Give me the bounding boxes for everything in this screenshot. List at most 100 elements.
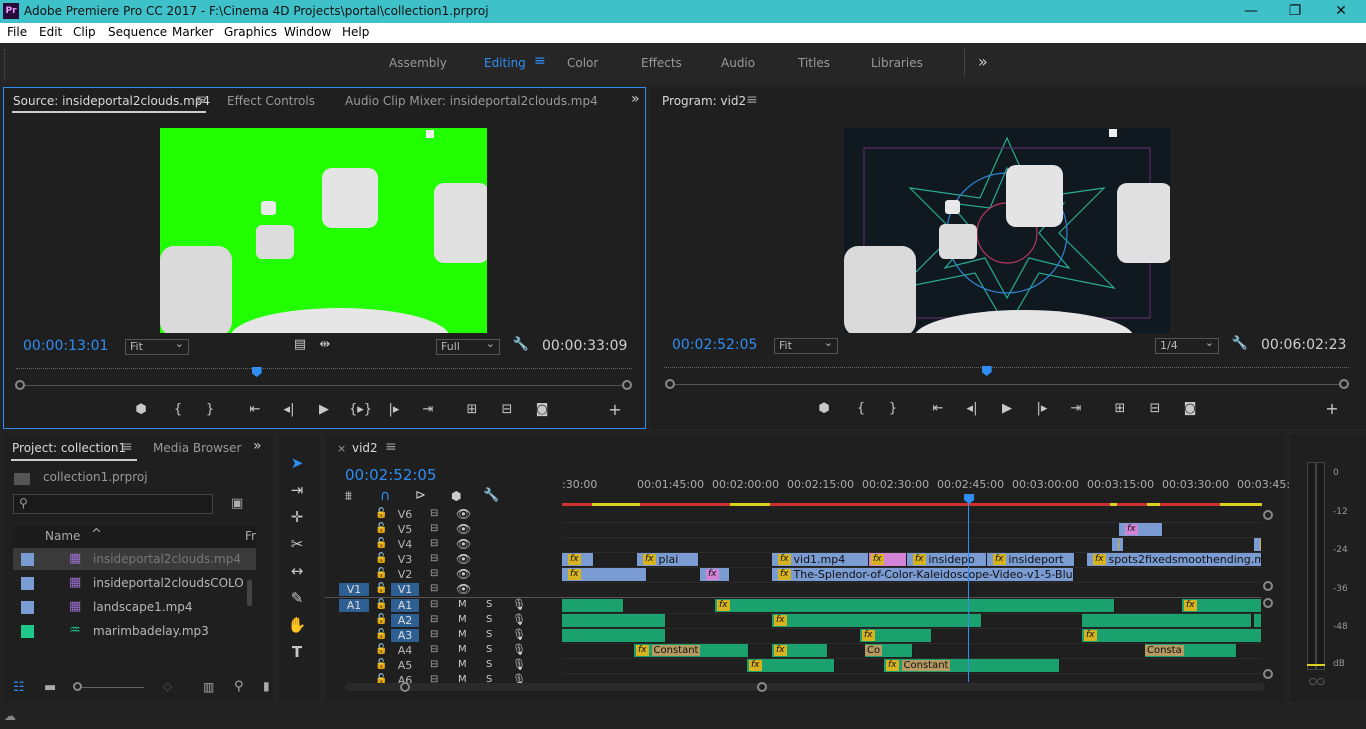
safe-margins-icon[interactable]: ▤: [290, 337, 310, 352]
automate-to-sequence-icon[interactable]: ▥: [203, 680, 214, 694]
audio-clip[interactable]: fx Constant: [884, 659, 1060, 672]
mute-button[interactable]: M: [458, 644, 467, 655]
track-lock-icon[interactable]: 🔓: [375, 599, 387, 610]
snap-magnet-icon[interactable]: ∩: [380, 488, 390, 504]
toggle-output-eye-icon[interactable]: 👁: [456, 507, 471, 521]
workspace-titles[interactable]: Titles: [798, 56, 830, 70]
v-scroll-video-bottom[interactable]: [1263, 581, 1273, 591]
menu-edit[interactable]: Edit: [39, 25, 62, 39]
sort-ascending-icon[interactable]: ^: [91, 527, 102, 542]
timeline-horizontal-scrollbar[interactable]: [345, 683, 1265, 691]
list-item[interactable]: ♒ marimbadelay.mp3: [13, 620, 256, 642]
video-clip[interactable]: fx: [1119, 523, 1163, 536]
source-timecode[interactable]: 00:00:13:01: [23, 338, 108, 354]
video-clip[interactable]: fx: [1254, 538, 1262, 551]
toggle-output-eye-icon[interactable]: 👁: [456, 552, 471, 566]
column-frame-rate[interactable]: Fr: [245, 529, 256, 543]
video-clip[interactable]: fx: [700, 568, 730, 581]
close-sequence-icon[interactable]: ×: [337, 442, 346, 455]
track-label-v6[interactable]: V6: [391, 508, 419, 521]
program-settings-wrench-icon[interactable]: 🔧: [1230, 336, 1250, 351]
toggle-output-eye-icon[interactable]: 👁: [456, 537, 471, 551]
project-tab-menu-icon[interactable]: ≡: [121, 439, 133, 455]
workspace-editing[interactable]: Editing: [484, 56, 526, 70]
program-go-to-out-icon[interactable]: ⇥: [1066, 401, 1086, 416]
program-export-frame-icon[interactable]: ◙: [1180, 401, 1200, 416]
play-icon[interactable]: ▶: [314, 402, 334, 417]
track-label-a2[interactable]: A2: [391, 614, 419, 627]
tab-menu-icon[interactable]: ≡: [195, 92, 207, 108]
audio-clip[interactable]: Co: [865, 644, 913, 657]
timeline-timecode[interactable]: 00:02:52:05: [345, 466, 437, 484]
program-timecode[interactable]: 00:02:52:05: [672, 337, 757, 353]
sequence-tab-menu-icon[interactable]: ≡: [385, 439, 397, 455]
track-label-a3[interactable]: A3: [391, 629, 419, 642]
go-to-out-icon[interactable]: ⇥: [418, 402, 438, 417]
tab-project[interactable]: Project: collection1: [12, 441, 126, 455]
list-item[interactable]: ▦ landscape1.mp4: [13, 596, 256, 618]
audio-clip[interactable]: fx: [1082, 629, 1262, 642]
mark-out-icon[interactable]: }: [200, 402, 220, 417]
audio-clip[interactable]: [562, 599, 624, 612]
toggle-output-eye-icon[interactable]: 👁: [456, 582, 471, 596]
minimize-button[interactable]: —: [1228, 0, 1274, 23]
sync-lock-icon[interactable]: ⊟: [430, 553, 438, 564]
workspace-effects[interactable]: Effects: [641, 56, 682, 70]
sort-icons-icon[interactable]: ◇: [163, 679, 172, 693]
new-bin-icon[interactable]: ▮: [263, 679, 270, 693]
track-lock-icon[interactable]: 🔓: [375, 568, 387, 579]
track-lock-icon[interactable]: 🔓: [375, 508, 387, 519]
voiceover-mic-icon[interactable]: 🎙: [512, 628, 526, 641]
sync-lock-icon[interactable]: ⊟: [430, 508, 438, 519]
list-item[interactable]: ▦ insideportal2clouds.mp4: [13, 548, 256, 570]
solo-button[interactable]: S: [486, 614, 492, 625]
insert-icon[interactable]: ⊞: [462, 402, 482, 417]
program-step-forward-icon[interactable]: |▸: [1032, 401, 1052, 416]
icon-view-icon[interactable]: ▬: [44, 680, 56, 695]
mute-button[interactable]: M: [458, 599, 467, 610]
audio-clip[interactable]: fx: [715, 599, 1115, 612]
razor-tool-icon[interactable]: ✂: [286, 535, 308, 555]
track-label-a5[interactable]: A5: [391, 659, 419, 672]
video-clip[interactable]: fx plai: [637, 553, 699, 566]
source-in-handle[interactable]: [15, 380, 25, 390]
lift-icon[interactable]: ⊞: [1110, 401, 1130, 416]
linked-selection-icon[interactable]: ⊳: [415, 488, 426, 503]
menu-marker[interactable]: Marker: [172, 25, 213, 39]
menu-file[interactable]: File: [7, 25, 27, 39]
v-scroll-audio-bottom[interactable]: [1263, 669, 1273, 679]
toggle-output-eye-icon[interactable]: 👁: [456, 567, 471, 581]
video-clip[interactable]: fx: [1119, 538, 1124, 551]
tab-audio-clip-mixer[interactable]: Audio Clip Mixer: insideportal2clouds.mp…: [345, 94, 598, 108]
program-in-handle[interactable]: [665, 379, 675, 389]
video-clip[interactable]: fx spots2fixedsmoothending.m: [1087, 553, 1262, 566]
source-patch-audio[interactable]: A1: [339, 599, 369, 612]
maximize-button[interactable]: ❐: [1272, 0, 1318, 23]
solo-buttons-icon[interactable]: ○○: [1309, 677, 1325, 687]
panel-overflow-icon[interactable]: »: [631, 91, 640, 107]
audio-clip[interactable]: fx: [772, 614, 982, 627]
close-button[interactable]: ✕: [1318, 0, 1364, 23]
track-lock-icon[interactable]: 🔓: [375, 553, 387, 564]
h-scroll-left-handle[interactable]: [400, 682, 410, 692]
mute-button[interactable]: M: [458, 614, 467, 625]
video-clip[interactable]: fx: [562, 568, 647, 581]
track-label-v4[interactable]: V4: [391, 538, 419, 551]
ripple-edit-tool-icon[interactable]: ✛: [286, 508, 308, 528]
solo-button[interactable]: S: [486, 599, 492, 610]
drag-video-icon[interactable]: ⇹: [315, 337, 335, 352]
video-clip[interactable]: fx: [562, 553, 594, 566]
solo-button[interactable]: S: [486, 629, 492, 640]
go-to-in-icon[interactable]: ⇤: [245, 402, 265, 417]
export-frame-icon[interactable]: ◙: [532, 402, 552, 417]
program-resolution-dropdown[interactable]: 1/4: [1155, 336, 1219, 354]
selection-tool-icon[interactable]: ➤: [286, 454, 308, 474]
workspace-assembly[interactable]: Assembly: [389, 56, 447, 70]
timeline-settings-wrench-icon[interactable]: 🔧: [483, 488, 499, 503]
v-scroll-audio-top[interactable]: [1263, 598, 1273, 608]
sync-lock-icon[interactable]: ⊟: [430, 614, 438, 625]
voiceover-mic-icon[interactable]: 🎙: [512, 643, 526, 656]
add-marker-icon[interactable]: ⬢: [131, 402, 151, 417]
voiceover-mic-icon[interactable]: 🎙: [512, 613, 526, 626]
sync-lock-icon[interactable]: ⊟: [430, 583, 438, 594]
